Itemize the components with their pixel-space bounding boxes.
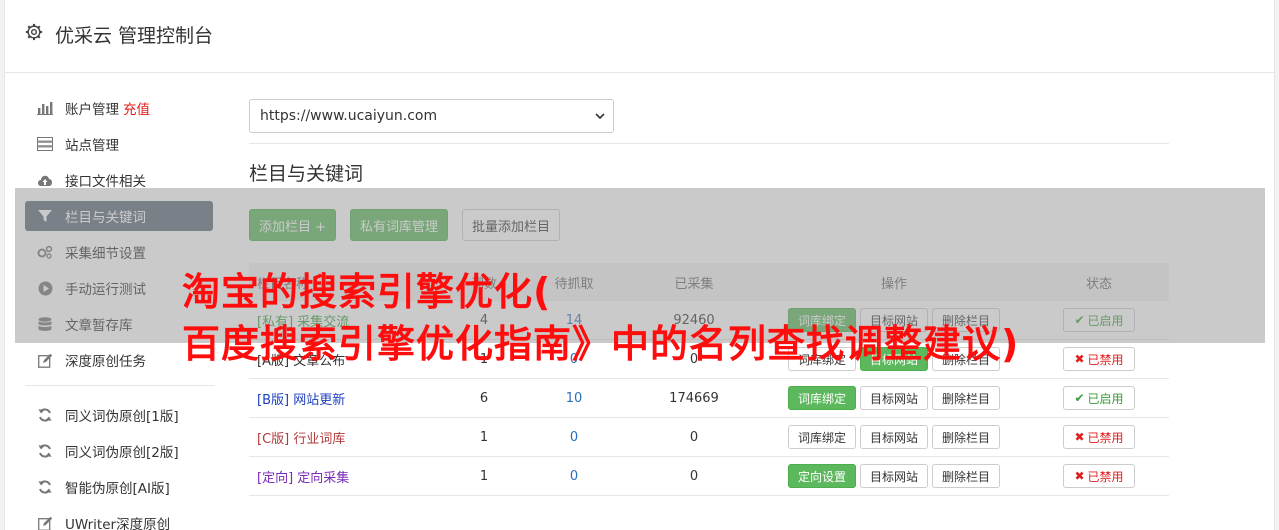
divider xyxy=(249,143,1169,144)
bind-library-button[interactable]: 词库绑定 xyxy=(787,425,856,449)
sidebar-item-uwriter[interactable]: UWriter深度原创 xyxy=(25,508,215,530)
status-label: 已禁用 xyxy=(1087,352,1124,367)
watermark-line-2: 百度搜索引擎优化指南》中的名列查找调整建议) xyxy=(182,322,1020,366)
sidebar-item-synonym-v2[interactable]: 同义词伪原创[2版] xyxy=(25,436,215,466)
section-title: 栏目与关键词 xyxy=(249,163,364,185)
delete-column-button[interactable]: 删除栏目 xyxy=(932,425,1001,449)
delete-column-button[interactable]: 删除栏目 xyxy=(932,386,1001,410)
refresh-icon xyxy=(37,407,53,423)
column-tag: [定向] xyxy=(257,470,294,486)
edit-icon xyxy=(37,352,53,368)
sidebar-item-label: UWriter深度原创 xyxy=(65,517,171,530)
table-row: [C版] 行业词库 1 0 0 词库绑定 目标网站 删除栏目 ✖ 已禁用 xyxy=(249,418,1169,457)
close-icon: ✖ xyxy=(1074,352,1085,366)
status-label: 已禁用 xyxy=(1087,469,1124,484)
sidebar-item-label: 智能伪原创[AI版] xyxy=(65,481,170,497)
ops-cell: 词库绑定 目标网站 删除栏目 xyxy=(759,386,1029,410)
sidebar-item-label: 接口文件相关 xyxy=(65,174,146,190)
column-tag: [B版] xyxy=(257,392,290,408)
table-row: [定向] 定向采集 1 0 0 定向设置 目标网站 删除栏目 ✖ 已禁用 xyxy=(249,457,1169,496)
target-sites-button[interactable]: 目标网站 xyxy=(859,464,928,488)
collected-cell: 0 xyxy=(689,429,699,445)
status-toggle[interactable]: ✖ 已禁用 xyxy=(1063,347,1135,371)
status-toggle[interactable]: ✖ 已禁用 xyxy=(1063,464,1135,488)
status-label: 已启用 xyxy=(1087,391,1124,406)
server-icon xyxy=(37,136,53,152)
close-icon: ✖ xyxy=(1074,469,1085,483)
sidebar-item-label: 同义词伪原创[1版] xyxy=(65,409,179,425)
column-name-cell[interactable]: [C版] 行业词库 xyxy=(249,428,449,447)
watermark-text: 淘宝的搜索引擎优化( 百度搜索引擎优化指南》中的名列查找调整建议) xyxy=(182,266,1019,370)
close-icon: ✖ xyxy=(1074,430,1085,444)
crawl-cell[interactable]: 0 xyxy=(519,469,629,484)
gear-icon xyxy=(25,23,43,41)
check-icon: ✔ xyxy=(1074,391,1085,405)
sidebar-item-label: 账户管理 xyxy=(65,102,119,118)
sidebar-item-account[interactable]: 账户管理 充值 xyxy=(25,93,215,123)
delete-column-button[interactable]: 删除栏目 xyxy=(932,464,1001,488)
ops-cell: 词库绑定 目标网站 删除栏目 xyxy=(759,425,1029,449)
column-name: 定向采集 xyxy=(297,470,350,486)
edit-icon xyxy=(37,515,53,530)
target-sites-button[interactable]: 目标网站 xyxy=(859,425,928,449)
sidebar-item-label: 深度原创任务 xyxy=(65,354,146,370)
collected-cell: 174669 xyxy=(669,390,719,406)
target-sites-button[interactable]: 目标网站 xyxy=(859,386,928,410)
sidebar-item-ai-rewrite[interactable]: 智能伪原创[AI版] xyxy=(25,472,215,502)
sidebar-item-label: 站点管理 xyxy=(65,138,119,154)
sidebar-item-sites[interactable]: 站点管理 xyxy=(25,129,215,159)
collected-cell: 0 xyxy=(689,468,699,484)
status-label: 已禁用 xyxy=(1087,430,1124,445)
status-toggle[interactable]: ✔已启用 xyxy=(1063,386,1135,410)
targeted-settings-button[interactable]: 定向设置 xyxy=(787,464,856,488)
words-cell: 1 xyxy=(479,429,489,445)
bar-chart-icon xyxy=(37,100,53,116)
words-cell: 1 xyxy=(479,468,489,484)
sidebar-item-synonym-v1[interactable]: 同义词伪原创[1版] xyxy=(25,400,215,430)
column-tag: [C版] xyxy=(257,431,290,447)
column-name-cell[interactable]: [B版] 网站更新 xyxy=(249,389,449,408)
column-name: 网站更新 xyxy=(293,392,346,408)
recharge-link[interactable]: 充值 xyxy=(123,98,150,118)
site-select-value: https://www.ucaiyun.com xyxy=(260,108,438,124)
ops-cell: 定向设置 目标网站 删除栏目 xyxy=(759,464,1029,488)
sidebar-item-label: 同义词伪原创[2版] xyxy=(65,445,179,461)
page-title: 优采云 管理控制台 xyxy=(55,25,214,47)
sidebar-divider xyxy=(25,385,215,386)
status-cell: ✖ 已禁用 xyxy=(1029,347,1169,371)
cloud-upload-icon xyxy=(37,172,53,188)
crawl-cell[interactable]: 0 xyxy=(519,430,629,445)
column-name-cell[interactable]: [定向] 定向采集 xyxy=(249,467,449,486)
words-cell: 6 xyxy=(479,390,489,406)
crawl-cell[interactable]: 10 xyxy=(519,391,629,406)
status-cell: ✖ 已禁用 xyxy=(1029,425,1169,449)
column-name: 行业词库 xyxy=(293,431,346,447)
bind-library-button[interactable]: 词库绑定 xyxy=(787,386,856,410)
status-cell: ✔已启用 xyxy=(1029,386,1169,410)
chevron-down-icon xyxy=(595,113,605,120)
status-toggle[interactable]: ✖ 已禁用 xyxy=(1063,425,1135,449)
refresh-icon xyxy=(37,443,53,459)
table-row: [B版] 网站更新 6 10 174669 词库绑定 目标网站 删除栏目 ✔ 已启… xyxy=(249,379,1169,418)
watermark-line-1: 淘宝的搜索引擎优化( xyxy=(182,270,552,314)
site-select[interactable]: https://www.ucaiyun.com xyxy=(249,99,614,133)
status-cell: ✖ 已禁用 xyxy=(1029,464,1169,488)
header: 优采云 管理控制台 xyxy=(5,0,1274,73)
refresh-icon xyxy=(37,479,53,495)
